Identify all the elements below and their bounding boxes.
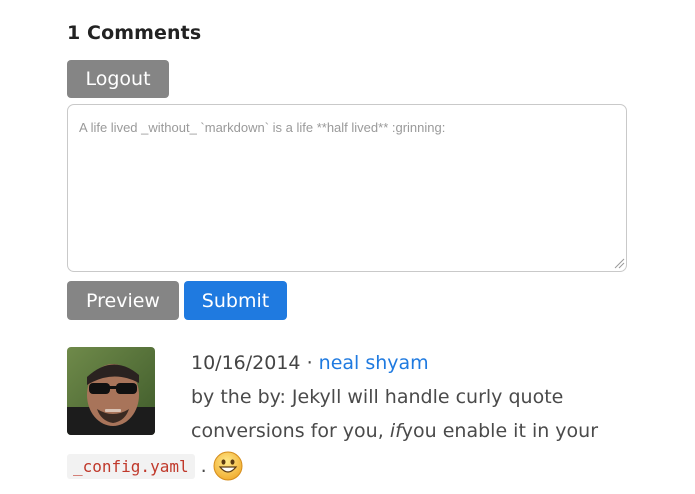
preview-button[interactable]: Preview [67,281,179,320]
comment-text-italic: if [389,420,402,442]
grinning-face-icon [213,451,243,481]
comments-heading: 1 Comments [67,22,202,44]
logout-button[interactable]: Logout [67,60,169,98]
comment-author-link[interactable]: neal shyam [319,352,429,374]
comment-text-line: conversions for you, ifyou enable it in … [191,420,598,442]
comment-text-fragment: you enable it in your [401,420,599,442]
comment-meta: 10/16/2014 · neal shyam [191,352,429,374]
comment-date: 10/16/2014 [191,352,301,374]
inline-code: _config.yaml [67,453,195,479]
resize-grip-icon[interactable] [613,257,625,269]
submit-button[interactable]: Submit [184,281,287,320]
meta-separator: · [306,352,313,374]
comment-text-line: _config.yaml . [67,451,243,481]
avatar [67,347,155,435]
comment-text-fragment: conversions for you, [191,420,384,442]
comment-text-line: by the by: Jekyll will handle curly quot… [191,386,564,408]
user-avatar [67,347,155,435]
comment-text-fragment: . [200,455,207,477]
comment-textarea[interactable] [67,104,627,272]
